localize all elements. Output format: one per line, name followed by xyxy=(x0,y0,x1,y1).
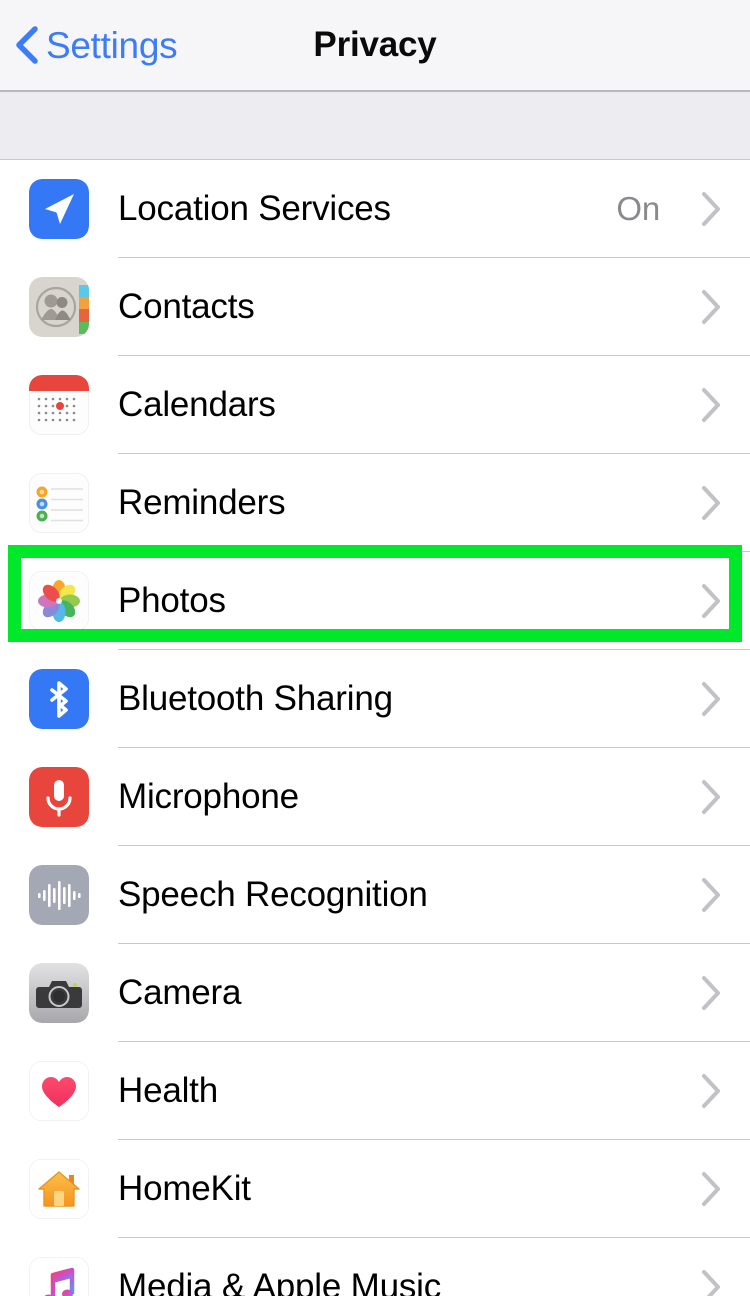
list-item-label: Health xyxy=(118,1071,218,1110)
chevron-right-icon xyxy=(702,192,720,226)
microphone-icon xyxy=(29,767,89,827)
list-item-detail: On xyxy=(616,190,660,227)
location-services-icon xyxy=(29,179,89,239)
chevron-right-icon xyxy=(702,976,720,1010)
speech-recognition-icon xyxy=(29,865,89,925)
bluetooth-sharing-icon xyxy=(29,669,89,729)
list-item-microphone[interactable]: Microphone xyxy=(0,748,750,846)
list-item-media-apple-music[interactable]: Media & Apple Music xyxy=(0,1238,750,1296)
list-item-label: Media & Apple Music xyxy=(118,1267,442,1296)
list-item-label: HomeKit xyxy=(118,1169,251,1208)
list-item-calendars[interactable]: Calendars xyxy=(0,356,750,454)
list-item-label: Camera xyxy=(118,973,242,1012)
privacy-list: Location Services On Contacts Calendars … xyxy=(0,160,750,1296)
photos-icon xyxy=(29,571,89,631)
contacts-icon xyxy=(29,277,89,337)
navigation-bar: Settings Privacy xyxy=(0,0,750,92)
chevron-right-icon xyxy=(702,1074,720,1108)
list-item-label: Calendars xyxy=(118,385,276,424)
page-title: Privacy xyxy=(313,25,437,64)
chevron-right-icon xyxy=(702,584,720,618)
list-item-label: Speech Recognition xyxy=(118,875,428,914)
list-item-camera[interactable]: Camera xyxy=(0,944,750,1042)
list-item-label: Photos xyxy=(118,581,226,620)
list-item-photos[interactable]: Photos xyxy=(0,552,750,650)
list-item-label: Reminders xyxy=(118,483,286,522)
reminders-icon xyxy=(29,473,89,533)
homekit-icon xyxy=(29,1159,89,1219)
list-item-location-services[interactable]: Location Services On xyxy=(0,160,750,258)
calendars-icon xyxy=(29,375,89,435)
chevron-right-icon xyxy=(702,780,720,814)
chevron-right-icon xyxy=(702,388,720,422)
camera-icon xyxy=(29,963,89,1023)
list-item-bluetooth-sharing[interactable]: Bluetooth Sharing xyxy=(0,650,750,748)
apple-music-icon xyxy=(29,1257,89,1296)
health-icon xyxy=(29,1061,89,1121)
chevron-right-icon xyxy=(702,1172,720,1206)
list-item-health[interactable]: Health xyxy=(0,1042,750,1140)
list-item-contacts[interactable]: Contacts xyxy=(0,258,750,356)
chevron-right-icon xyxy=(702,486,720,520)
chevron-right-icon xyxy=(702,1270,720,1296)
section-gap xyxy=(0,92,750,160)
list-item-homekit[interactable]: HomeKit xyxy=(0,1140,750,1238)
list-item-label: Location Services xyxy=(118,189,391,228)
list-item-label: Microphone xyxy=(118,777,299,816)
list-item-reminders[interactable]: Reminders xyxy=(0,454,750,552)
chevron-right-icon xyxy=(702,878,720,912)
list-item-label: Contacts xyxy=(118,287,255,326)
list-item-speech-recognition[interactable]: Speech Recognition xyxy=(0,846,750,944)
list-item-label: Bluetooth Sharing xyxy=(118,679,393,718)
chevron-right-icon xyxy=(702,290,720,324)
chevron-right-icon xyxy=(702,682,720,716)
privacy-settings-screen: Settings Privacy Location Services On Co… xyxy=(0,0,750,1296)
